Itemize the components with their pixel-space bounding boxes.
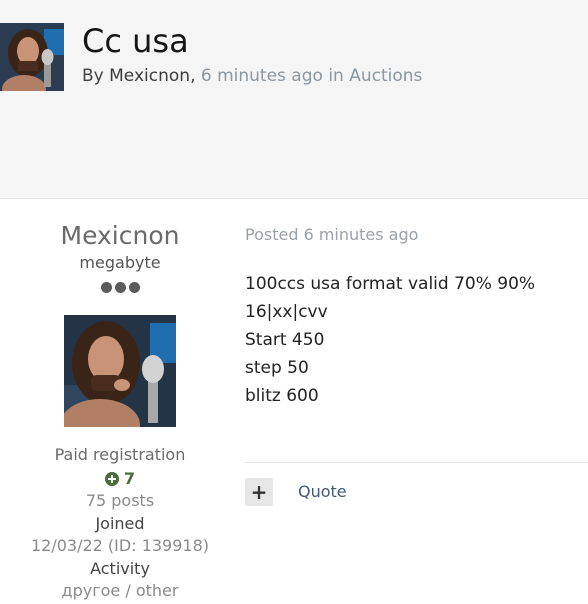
post-line: 16|xx|cvv: [245, 302, 328, 322]
profile-name-link[interactable]: Mexicnon: [0, 220, 240, 252]
byline-by: By: [82, 66, 110, 86]
post-line: Start 450: [245, 330, 325, 350]
author-avatar[interactable]: [0, 23, 64, 91]
post-line: 100ccs usa format valid 70% 90%: [245, 274, 536, 294]
rank-dots: [0, 282, 240, 296]
plus-circle-icon: [104, 472, 119, 486]
reputation-value: 7: [123, 469, 136, 488]
avatar-photo: [64, 315, 176, 427]
activity-value: другое / other: [61, 581, 179, 600]
topic-header: Cc usa By Mexicnon, 6 minutes ago in Auc…: [0, 0, 588, 199]
avatar-photo: [0, 23, 64, 91]
byline-time: 6 minutes ago: [200, 66, 323, 86]
rank-dot: [114, 282, 126, 293]
post-line: blitz 600: [245, 386, 319, 406]
byline-forum-link[interactable]: Auctions: [349, 66, 422, 86]
multiquote-plus-button[interactable]: +: [245, 478, 273, 506]
byline-comma: ,: [190, 66, 201, 86]
profile-rank: megabyte: [79, 253, 161, 272]
rank-dot: [100, 282, 112, 293]
byline-in: in: [322, 66, 350, 86]
author-profile-panel: Mexicnon megabyte Paid registration 7 75…: [0, 218, 240, 603]
post-timestamp: Posted 6 minutes ago: [245, 225, 419, 244]
profile-photo[interactable]: [64, 315, 176, 427]
joined-value: 12/03/22 (ID: 139918): [30, 536, 210, 555]
topic-byline: By Mexicnon, 6 minutes ago in Auctions: [82, 66, 422, 86]
post-body: 100ccs usa format valid 70% 90% 16|xx|cv…: [245, 270, 588, 410]
post-content: Posted 6 minutes ago 100ccs usa format v…: [245, 218, 588, 410]
reputation-badge: 7: [0, 469, 240, 489]
rank-dot: [128, 282, 140, 293]
post-line: step 50: [245, 358, 309, 378]
post-divider: [245, 462, 588, 463]
member-group: Paid registration: [54, 445, 186, 464]
joined-label: Joined: [95, 513, 145, 533]
activity-label: Activity: [90, 558, 150, 578]
byline-author-link[interactable]: Mexicnon: [109, 66, 190, 86]
post-count: 75 posts: [85, 491, 155, 510]
quote-button[interactable]: Quote: [298, 482, 347, 501]
topic-title: Cc usa: [82, 22, 189, 60]
